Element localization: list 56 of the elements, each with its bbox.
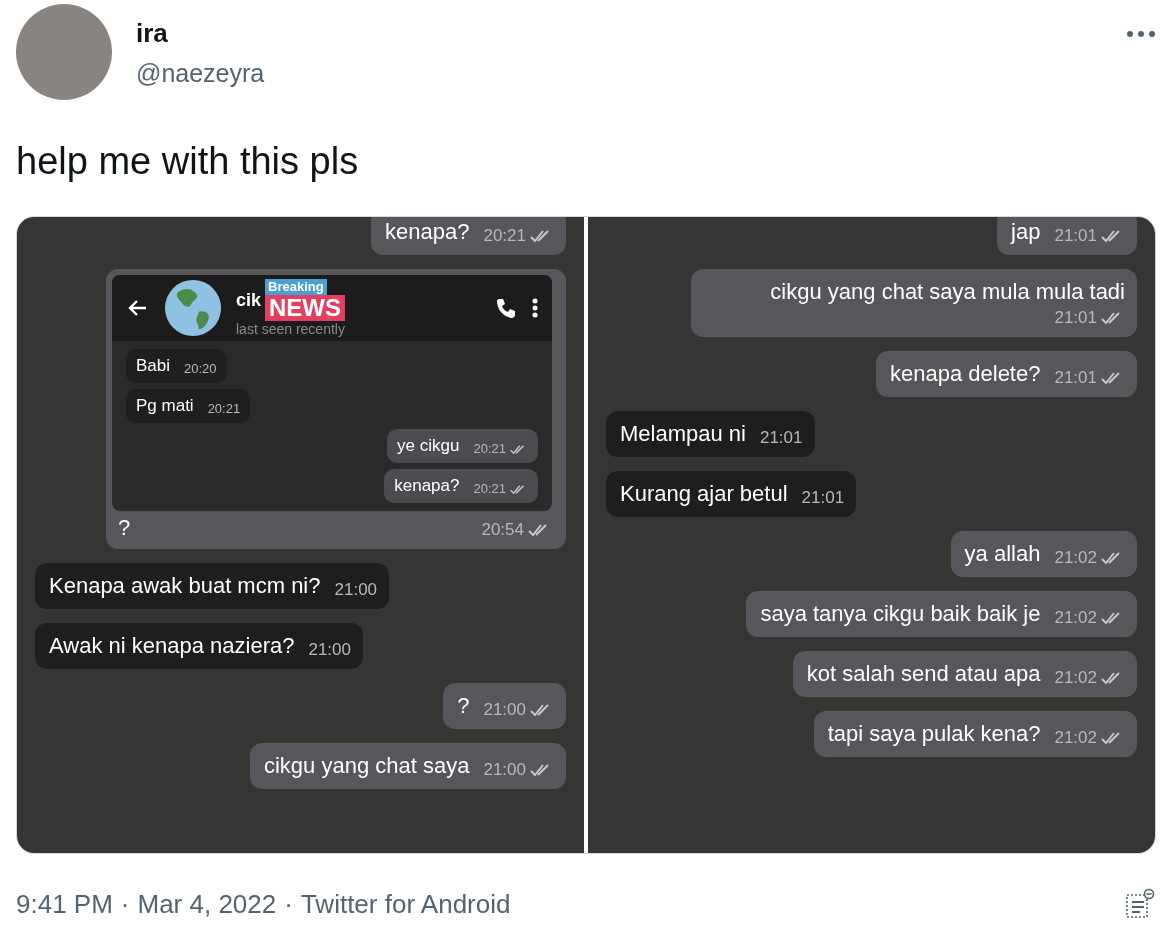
timestamp[interactable]: Mar 4, 2022 — [137, 888, 277, 920]
contact-status: last seen recently — [236, 321, 346, 337]
message-time: 21:01 — [1054, 307, 1097, 329]
message-text: Kenapa awak buat mcm ni? — [49, 572, 321, 600]
message-text: Pg mati — [136, 395, 194, 417]
more-options-icon — [532, 298, 538, 318]
phone-icon — [494, 296, 518, 320]
message-time: 21:01 — [1054, 225, 1097, 247]
separator: · — [120, 888, 130, 920]
sticker-label: Breaking — [265, 279, 327, 295]
message-text: Melampau ni — [620, 420, 746, 448]
sticker-label: NEWS — [265, 295, 346, 321]
message-text: tapi saya pulak kena? — [827, 720, 1041, 748]
message-text: cikgu yang chat saya — [264, 752, 470, 780]
message-time: 20:54 — [481, 519, 524, 541]
message-time: 21:00 — [308, 639, 351, 661]
message-text: kenapa delete? — [890, 360, 1041, 388]
message-time: 21:00 — [334, 579, 378, 601]
source-link[interactable]: Twitter for Android — [300, 888, 511, 920]
message-text: ye cikgu — [397, 435, 460, 457]
tweet-media[interactable] — [16, 216, 1156, 854]
message-time: 20:20 — [184, 361, 217, 377]
message-text: Kurang ajar betul — [620, 480, 788, 508]
message-text: saya tanya cikgu baik baik je — [760, 600, 1041, 628]
message-time: 21:00 — [483, 759, 526, 781]
message-time: 20:21 — [207, 401, 241, 417]
message-time: 21:02 — [1054, 547, 1097, 569]
globe-icon — [164, 279, 222, 337]
message-time: 20:21 — [473, 441, 506, 457]
more-options-icon[interactable] — [1126, 30, 1156, 38]
message-text: ya allah — [964, 540, 1041, 568]
message-text: Babi — [136, 355, 171, 377]
message-time: 20:21 — [483, 225, 526, 247]
message-text: cikgu yang chat saya mula mula tadi — [770, 278, 1125, 306]
message-time: 21:02 — [1054, 607, 1097, 629]
message-text: ? — [118, 515, 131, 541]
message-time: 21:01 — [1054, 367, 1097, 389]
tweet-text: help me with this pls — [15, 139, 360, 184]
message-text: ? — [457, 692, 470, 720]
analytics-icon[interactable] — [1124, 888, 1156, 920]
message-time: 21:02 — [1054, 667, 1097, 689]
message-text: kenapa? — [385, 218, 470, 246]
message-time: 21:01 — [759, 427, 803, 449]
message-time: 21:00 — [483, 699, 526, 721]
message-text: jap — [1011, 218, 1041, 246]
message-text: Awak ni kenapa naziera? — [49, 632, 295, 660]
message-time: 21:02 — [1054, 727, 1097, 749]
message-text: kenapa? — [394, 475, 460, 497]
message-time: 20:21 — [473, 481, 506, 497]
display-name[interactable]: ira — [136, 18, 1102, 49]
separator: · — [284, 888, 293, 920]
timestamp[interactable]: 9:41 PM — [16, 888, 113, 920]
message-text: kot salah send atau apa — [806, 660, 1041, 688]
message-time: 21:01 — [801, 487, 845, 509]
username[interactable]: @naezeyra — [136, 59, 1102, 88]
contact-name: cik — [236, 289, 262, 311]
